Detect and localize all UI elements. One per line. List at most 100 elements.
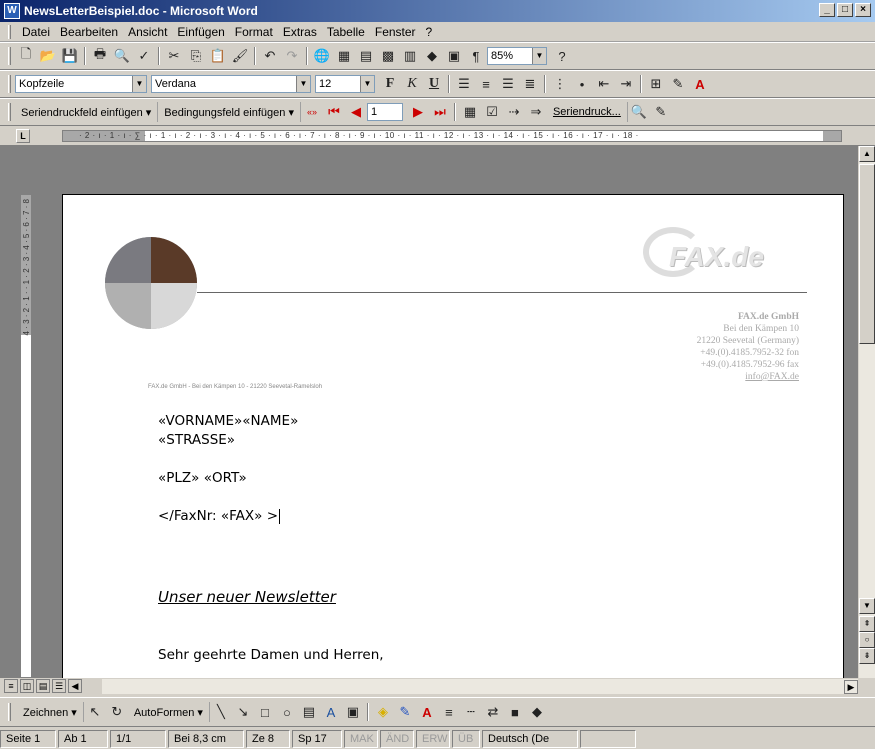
menu-fenster[interactable]: Fenster: [370, 25, 421, 39]
menu-format[interactable]: Format: [230, 25, 278, 39]
mail-merge-helper-icon[interactable]: ▦: [459, 101, 481, 123]
status-language[interactable]: Deutsch (De: [482, 729, 578, 748]
insert-excel-icon[interactable]: ▩: [377, 45, 399, 67]
merge-to-button[interactable]: Seriendruck...: [547, 102, 628, 122]
tab-stop-selector[interactable]: L: [16, 129, 30, 143]
autoshapes-menu-button[interactable]: AutoFormen ▾: [128, 702, 210, 722]
menu-ansicht[interactable]: Ansicht: [123, 25, 172, 39]
scroll-up-icon[interactable]: ▲: [859, 146, 875, 162]
normal-view-icon[interactable]: ≡: [4, 679, 18, 693]
previous-record-icon[interactable]: ◀: [345, 101, 367, 123]
underline-button[interactable]: U: [423, 73, 445, 95]
menu-einfuegen[interactable]: Einfügen: [172, 25, 229, 39]
chevron-down-icon[interactable]: ▼: [296, 76, 310, 92]
arrow-style-icon[interactable]: ⇄: [482, 701, 504, 723]
horizontal-ruler[interactable]: · 2 · ı · 1 · ı · ∑ · ı · 1 · ı · 2 · ı …: [62, 130, 842, 142]
menu-tabelle[interactable]: Tabelle: [322, 25, 370, 39]
browse-object-icon[interactable]: ○: [859, 632, 875, 648]
undo-icon[interactable]: ↶: [259, 45, 281, 67]
previous-page-icon[interactable]: ⇞: [859, 616, 875, 632]
columns-icon[interactable]: ▥: [399, 45, 421, 67]
toolbar-grip[interactable]: [8, 703, 11, 721]
city-merge-field[interactable]: «PLZ» «ORT»: [158, 470, 247, 486]
line-color-icon[interactable]: ✎: [394, 701, 416, 723]
find-record-icon[interactable]: 🔍: [628, 101, 650, 123]
numbering-icon[interactable]: ⋮: [549, 73, 571, 95]
insert-mergefield-button[interactable]: Seriendruckfeld einfügen ▾: [15, 102, 159, 122]
toolbar-grip[interactable]: [8, 75, 11, 93]
font-color-icon[interactable]: A: [416, 701, 438, 723]
highlight-icon[interactable]: ✎: [667, 73, 689, 95]
bold-button[interactable]: F: [379, 73, 401, 95]
zoom-select[interactable]: 85% ▼: [487, 47, 547, 65]
font-color-icon[interactable]: A: [689, 73, 711, 95]
toolbar-grip[interactable]: [8, 24, 11, 39]
draw-menu-button[interactable]: Zeichnen ▾: [17, 702, 84, 722]
spellcheck-icon[interactable]: ✓: [133, 45, 155, 67]
status-extend[interactable]: ERW: [416, 729, 450, 748]
print-icon[interactable]: 🖶: [89, 45, 111, 67]
chevron-down-icon[interactable]: ▼: [360, 76, 374, 92]
show-formatting-icon[interactable]: ¶: [465, 45, 487, 67]
line-style-icon[interactable]: ≡: [438, 701, 460, 723]
scroll-right-icon[interactable]: ▶: [844, 680, 858, 694]
arrow-icon[interactable]: ↘: [232, 701, 254, 723]
fax-merge-field[interactable]: </FaxNr: «FAX» >: [158, 508, 281, 524]
rotate-icon[interactable]: ↻: [106, 701, 128, 723]
paste-icon[interactable]: 📋: [207, 45, 229, 67]
edit-datasource-icon[interactable]: ✎: [650, 101, 672, 123]
name-merge-field[interactable]: «VORNAME»«NAME»: [158, 413, 298, 429]
record-number-input[interactable]: 1: [366, 103, 403, 121]
dash-style-icon[interactable]: ┄: [460, 701, 482, 723]
menu-bearbeiten[interactable]: Bearbeiten: [55, 25, 123, 39]
word-app-icon[interactable]: W: [4, 3, 20, 19]
3d-icon[interactable]: ◆: [526, 701, 548, 723]
maximize-button[interactable]: □: [837, 3, 853, 17]
clipart-icon[interactable]: ▣: [342, 701, 364, 723]
open-folder-icon[interactable]: 📂: [37, 45, 59, 67]
status-overtype[interactable]: ÜB: [452, 729, 480, 748]
drawing-icon[interactable]: ◆: [421, 45, 443, 67]
document-map-icon[interactable]: ▣: [443, 45, 465, 67]
line-icon[interactable]: ╲: [210, 701, 232, 723]
wordart-icon[interactable]: A: [320, 701, 342, 723]
insert-table-icon[interactable]: ▤: [355, 45, 377, 67]
justify-icon[interactable]: ≣: [519, 73, 541, 95]
first-record-icon[interactable]: ⏮: [323, 101, 345, 123]
shadow-icon[interactable]: ■: [504, 701, 526, 723]
redo-icon[interactable]: ↷: [281, 45, 303, 67]
cut-icon[interactable]: ✂: [163, 45, 185, 67]
scroll-left-icon[interactable]: ◀: [68, 679, 82, 693]
align-left-icon[interactable]: ☰: [453, 73, 475, 95]
merge-printer-icon[interactable]: ⇒: [525, 101, 547, 123]
hyperlink-icon[interactable]: 🌐: [311, 45, 333, 67]
bullets-icon[interactable]: •: [571, 73, 593, 95]
new-document-icon[interactable]: 🗋: [15, 45, 37, 67]
fill-color-icon[interactable]: ◈: [372, 701, 394, 723]
toolbar-grip[interactable]: [8, 103, 11, 121]
last-record-icon[interactable]: ⏭: [429, 101, 451, 123]
vertical-scrollbar[interactable]: ▲ ▼ ⇞ ○ ⇟: [858, 146, 875, 678]
minimize-button[interactable]: _: [819, 3, 835, 17]
print-layout-icon[interactable]: ▤: [36, 679, 50, 693]
align-center-icon[interactable]: ≡: [475, 73, 497, 95]
document-page[interactable]: FAX.de FAX.de GmbH Bei den Kämpen 10 212…: [62, 194, 844, 678]
next-record-icon[interactable]: ▶: [407, 101, 429, 123]
help-icon[interactable]: ?: [551, 45, 573, 67]
style-select[interactable]: Kopfzeile ▼: [15, 75, 147, 93]
scroll-down-icon[interactable]: ▼: [859, 598, 875, 614]
align-right-icon[interactable]: ☰: [497, 73, 519, 95]
status-track-changes[interactable]: ÄND: [380, 729, 414, 748]
chevron-down-icon[interactable]: ▼: [532, 48, 546, 64]
view-merged-data-icon[interactable]: «»: [301, 101, 323, 123]
copy-icon[interactable]: ⎘: [185, 45, 207, 67]
print-preview-icon[interactable]: 🔍: [111, 45, 133, 67]
select-objects-icon[interactable]: ↖: [84, 701, 106, 723]
tables-borders-icon[interactable]: ▦: [333, 45, 355, 67]
increase-indent-icon[interactable]: ⇥: [615, 73, 637, 95]
menu-datei[interactable]: Datei: [17, 25, 55, 39]
street-merge-field[interactable]: «STRASSE»: [158, 432, 235, 448]
scroll-thumb[interactable]: [859, 164, 875, 344]
close-button[interactable]: ×: [855, 3, 871, 17]
outline-view-icon[interactable]: ☰: [52, 679, 66, 693]
